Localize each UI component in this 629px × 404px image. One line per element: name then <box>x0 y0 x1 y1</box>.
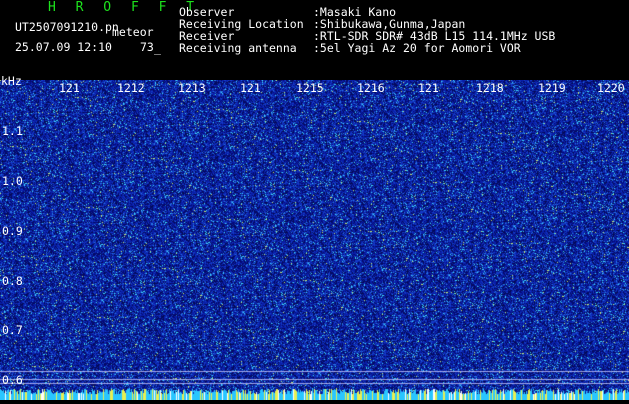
timestamp: 25.07.09 12:10 <box>15 40 112 54</box>
x-tick-label: 121 <box>59 81 80 95</box>
y-tick-label: 1.1 <box>2 124 23 138</box>
x-tick-label: 1218 <box>476 81 504 95</box>
app-title: H R O F F T <box>48 0 201 15</box>
filename: UT2507091210.pn <box>15 20 119 34</box>
y-tick-label: 0.7 <box>2 323 23 337</box>
x-tick-label: 121 <box>418 81 439 95</box>
x-tick-label: 121 <box>240 81 261 95</box>
x-tick-label: 1216 <box>357 81 385 95</box>
spectrogram <box>0 80 629 400</box>
x-tick-label: 1220 <box>597 81 625 95</box>
x-tick-label: 1215 <box>296 81 324 95</box>
meteor-count: 73 <box>140 40 154 54</box>
y-tick-label: 0.8 <box>2 274 23 288</box>
x-tick-label: 1212 <box>117 81 145 95</box>
antenna-label: Receiving antenna <box>179 41 297 55</box>
x-tick-label: 1219 <box>538 81 566 95</box>
antenna-value: :5el Yagi Az 20 for Aomori VOR <box>313 41 521 55</box>
y-unit-label: kHz <box>1 74 22 88</box>
spectrogram-canvas <box>0 80 629 400</box>
y-tick-label: 1.0 <box>2 174 23 188</box>
meteor-count-suffix: _ <box>154 41 161 55</box>
x-tick-label: 1213 <box>178 81 206 95</box>
event-label: meteor <box>112 25 154 39</box>
y-tick-label: 0.9 <box>2 224 23 238</box>
y-tick-label: 0.6 <box>2 373 23 387</box>
